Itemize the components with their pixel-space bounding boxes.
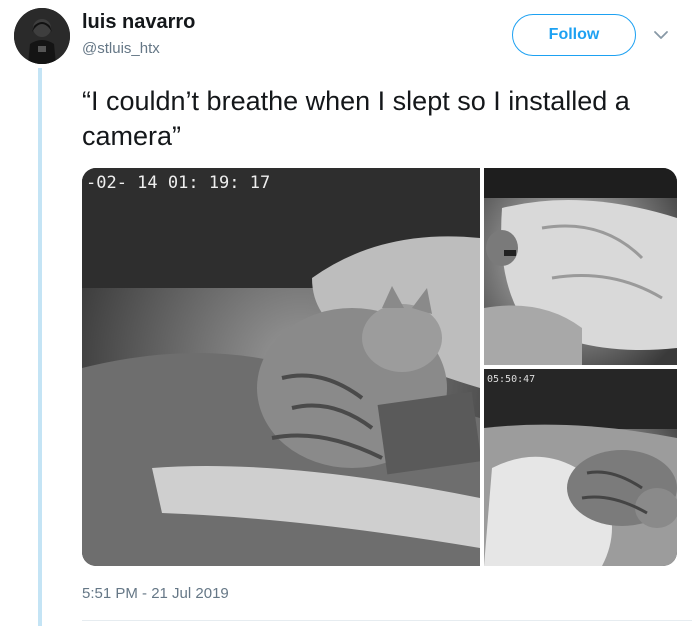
author-handle[interactable]: @stluis_htx: [82, 40, 160, 57]
tweet-timestamp[interactable]: 5:51 PM - 21 Jul 2019: [82, 585, 229, 602]
avatar[interactable]: [14, 8, 70, 64]
divider: [82, 620, 692, 621]
follow-button[interactable]: Follow: [512, 14, 636, 56]
author-name[interactable]: luis navarro: [82, 11, 195, 34]
photo-bottom-right[interactable]: 05:50:47: [484, 369, 677, 566]
thread-line: [38, 68, 42, 626]
chevron-down-icon[interactable]: [652, 26, 670, 44]
photo-top-right[interactable]: [484, 168, 677, 365]
camera-timestamp-3: 05:50:47: [487, 374, 535, 385]
media-grid[interactable]: -02- 14 01: 19: 17 05:50:47: [82, 168, 677, 566]
camera-timestamp-1: -02- 14 01: 19: 17: [86, 173, 270, 193]
tweet-text: “I couldn’t breathe when I slept so I in…: [82, 86, 630, 151]
photo-main[interactable]: -02- 14 01: 19: 17: [82, 168, 482, 566]
